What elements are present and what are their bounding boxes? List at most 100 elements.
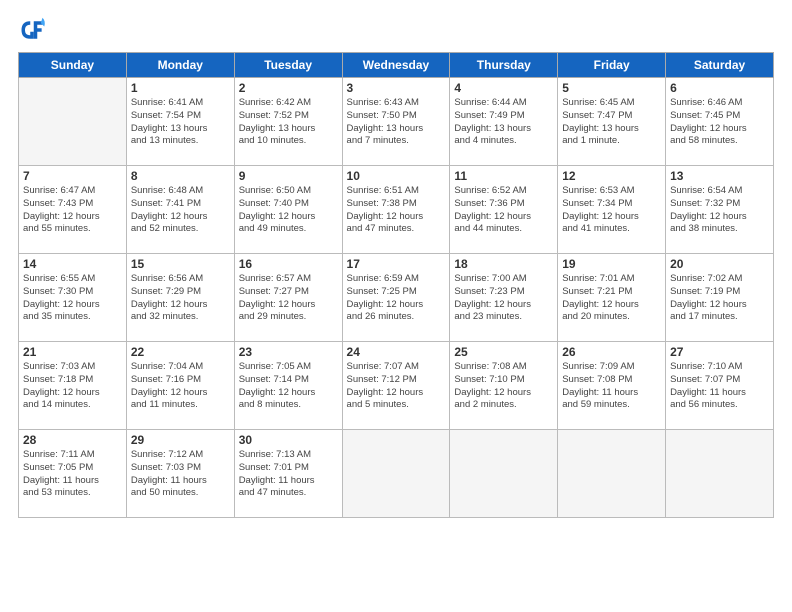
day-header-monday: Monday — [126, 53, 234, 78]
day-info: Sunrise: 6:55 AM Sunset: 7:30 PM Dayligh… — [23, 273, 122, 324]
day-header-thursday: Thursday — [450, 53, 558, 78]
calendar-cell — [558, 430, 666, 518]
week-row-1: 7Sunrise: 6:47 AM Sunset: 7:43 PM Daylig… — [19, 166, 774, 254]
day-info: Sunrise: 6:56 AM Sunset: 7:29 PM Dayligh… — [131, 273, 230, 324]
day-info: Sunrise: 7:01 AM Sunset: 7:21 PM Dayligh… — [562, 273, 661, 324]
day-info: Sunrise: 6:46 AM Sunset: 7:45 PM Dayligh… — [670, 97, 769, 148]
header — [18, 16, 774, 44]
calendar-cell: 1Sunrise: 6:41 AM Sunset: 7:54 PM Daylig… — [126, 78, 234, 166]
calendar-cell: 12 Sunrise: 6:53 AM Sunset: 7:34 PM Dayli… — [558, 166, 666, 254]
day-info: Sunrise: 7:07 AM Sunset: 7:12 PM Dayligh… — [347, 361, 446, 412]
calendar-cell — [666, 430, 774, 518]
day-info: Sunrise: 7:11 AM Sunset: 7:05 PM Dayligh… — [23, 449, 122, 500]
calendar-cell: 22 Sunrise: 7:04 AM Sunset: 7:16 PM Dayli… — [126, 342, 234, 430]
page: SundayMondayTuesdayWednesdayThursdayFrid… — [0, 0, 792, 612]
day-header-friday: Friday — [558, 53, 666, 78]
logo-icon — [18, 16, 46, 44]
day-header-wednesday: Wednesday — [342, 53, 450, 78]
day-number: 4 — [454, 81, 553, 95]
day-info: Sunrise: 6:54 AM Sunset: 7:32 PM Dayligh… — [670, 185, 769, 236]
day-number: 29 — [131, 433, 230, 447]
day-header-saturday: Saturday — [666, 53, 774, 78]
day-number: 14 — [23, 257, 122, 271]
day-info: Sunrise: 6:51 AM Sunset: 7:38 PM Dayligh… — [347, 185, 446, 236]
day-info: Sunrise: 7:05 AM Sunset: 7:14 PM Dayligh… — [239, 361, 338, 412]
calendar-cell: 14 Sunrise: 6:55 AM Sunset: 7:30 PM Dayli… — [19, 254, 127, 342]
day-number: 11 — [454, 169, 553, 183]
calendar-cell: 23 Sunrise: 7:05 AM Sunset: 7:14 PM Dayli… — [234, 342, 342, 430]
calendar-cell: 28 Sunrise: 7:11 AM Sunset: 7:05 PM Dayli… — [19, 430, 127, 518]
day-number: 2 — [239, 81, 338, 95]
week-row-4: 28 Sunrise: 7:11 AM Sunset: 7:05 PM Dayli… — [19, 430, 774, 518]
day-number: 12 — [562, 169, 661, 183]
logo — [18, 16, 50, 44]
day-number: 19 — [562, 257, 661, 271]
day-info: Sunrise: 6:43 AM Sunset: 7:50 PM Dayligh… — [347, 97, 446, 148]
day-info: Sunrise: 6:50 AM Sunset: 7:40 PM Dayligh… — [239, 185, 338, 236]
calendar-cell — [19, 78, 127, 166]
calendar-cell: 16 Sunrise: 6:57 AM Sunset: 7:27 PM Dayli… — [234, 254, 342, 342]
calendar-cell: 19 Sunrise: 7:01 AM Sunset: 7:21 PM Dayli… — [558, 254, 666, 342]
day-number: 15 — [131, 257, 230, 271]
day-info: Sunrise: 7:00 AM Sunset: 7:23 PM Dayligh… — [454, 273, 553, 324]
calendar-cell: 3 Sunrise: 6:43 AM Sunset: 7:50 PM Daylig… — [342, 78, 450, 166]
calendar-cell: 27 Sunrise: 7:10 AM Sunset: 7:07 PM Dayli… — [666, 342, 774, 430]
day-info: Sunrise: 7:12 AM Sunset: 7:03 PM Dayligh… — [131, 449, 230, 500]
week-row-3: 21Sunrise: 7:03 AM Sunset: 7:18 PM Dayli… — [19, 342, 774, 430]
day-info: Sunrise: 6:57 AM Sunset: 7:27 PM Dayligh… — [239, 273, 338, 324]
calendar-cell: 10Sunrise: 6:51 AM Sunset: 7:38 PM Dayli… — [342, 166, 450, 254]
calendar-cell: 20Sunrise: 7:02 AM Sunset: 7:19 PM Dayli… — [666, 254, 774, 342]
day-number: 6 — [670, 81, 769, 95]
calendar-cell: 4 Sunrise: 6:44 AM Sunset: 7:49 PM Daylig… — [450, 78, 558, 166]
calendar-cell: 18Sunrise: 7:00 AM Sunset: 7:23 PM Dayli… — [450, 254, 558, 342]
day-info: Sunrise: 7:02 AM Sunset: 7:19 PM Dayligh… — [670, 273, 769, 324]
day-number: 23 — [239, 345, 338, 359]
week-row-2: 14 Sunrise: 6:55 AM Sunset: 7:30 PM Dayli… — [19, 254, 774, 342]
calendar-cell: 30Sunrise: 7:13 AM Sunset: 7:01 PM Dayli… — [234, 430, 342, 518]
day-info: Sunrise: 7:13 AM Sunset: 7:01 PM Dayligh… — [239, 449, 338, 500]
day-number: 13 — [670, 169, 769, 183]
day-info: Sunrise: 6:45 AM Sunset: 7:47 PM Dayligh… — [562, 97, 661, 148]
day-info: Sunrise: 7:03 AM Sunset: 7:18 PM Dayligh… — [23, 361, 122, 412]
day-info: Sunrise: 7:10 AM Sunset: 7:07 PM Dayligh… — [670, 361, 769, 412]
day-number: 3 — [347, 81, 446, 95]
header-row: SundayMondayTuesdayWednesdayThursdayFrid… — [19, 53, 774, 78]
day-header-sunday: Sunday — [19, 53, 127, 78]
day-info: Sunrise: 6:59 AM Sunset: 7:25 PM Dayligh… — [347, 273, 446, 324]
calendar-cell: 25Sunrise: 7:08 AM Sunset: 7:10 PM Dayli… — [450, 342, 558, 430]
calendar-cell: 24 Sunrise: 7:07 AM Sunset: 7:12 PM Dayli… — [342, 342, 450, 430]
day-number: 28 — [23, 433, 122, 447]
day-number: 27 — [670, 345, 769, 359]
day-number: 26 — [562, 345, 661, 359]
day-number: 7 — [23, 169, 122, 183]
calendar-cell: 2 Sunrise: 6:42 AM Sunset: 7:52 PM Daylig… — [234, 78, 342, 166]
day-number: 24 — [347, 345, 446, 359]
calendar-cell: 29 Sunrise: 7:12 AM Sunset: 7:03 PM Dayli… — [126, 430, 234, 518]
calendar-cell — [450, 430, 558, 518]
calendar-cell: 15 Sunrise: 6:56 AM Sunset: 7:29 PM Dayli… — [126, 254, 234, 342]
calendar-cell: 8 Sunrise: 6:48 AM Sunset: 7:41 PM Daylig… — [126, 166, 234, 254]
day-number: 17 — [347, 257, 446, 271]
day-number: 8 — [131, 169, 230, 183]
calendar: SundayMondayTuesdayWednesdayThursdayFrid… — [18, 52, 774, 518]
day-info: Sunrise: 6:44 AM Sunset: 7:49 PM Dayligh… — [454, 97, 553, 148]
day-info: Sunrise: 7:04 AM Sunset: 7:16 PM Dayligh… — [131, 361, 230, 412]
day-info: Sunrise: 6:52 AM Sunset: 7:36 PM Dayligh… — [454, 185, 553, 236]
calendar-cell: 17 Sunrise: 6:59 AM Sunset: 7:25 PM Dayli… — [342, 254, 450, 342]
day-number: 25 — [454, 345, 553, 359]
calendar-cell: 7Sunrise: 6:47 AM Sunset: 7:43 PM Daylig… — [19, 166, 127, 254]
week-row-0: 1Sunrise: 6:41 AM Sunset: 7:54 PM Daylig… — [19, 78, 774, 166]
calendar-cell: 5 Sunrise: 6:45 AM Sunset: 7:47 PM Daylig… — [558, 78, 666, 166]
day-header-tuesday: Tuesday — [234, 53, 342, 78]
calendar-cell: 21Sunrise: 7:03 AM Sunset: 7:18 PM Dayli… — [19, 342, 127, 430]
calendar-cell: 6 Sunrise: 6:46 AM Sunset: 7:45 PM Daylig… — [666, 78, 774, 166]
day-number: 5 — [562, 81, 661, 95]
day-number: 22 — [131, 345, 230, 359]
day-info: Sunrise: 6:48 AM Sunset: 7:41 PM Dayligh… — [131, 185, 230, 236]
day-info: Sunrise: 6:42 AM Sunset: 7:52 PM Dayligh… — [239, 97, 338, 148]
day-info: Sunrise: 7:09 AM Sunset: 7:08 PM Dayligh… — [562, 361, 661, 412]
calendar-cell: 9Sunrise: 6:50 AM Sunset: 7:40 PM Daylig… — [234, 166, 342, 254]
day-info: Sunrise: 6:53 AM Sunset: 7:34 PM Dayligh… — [562, 185, 661, 236]
calendar-cell: 26 Sunrise: 7:09 AM Sunset: 7:08 PM Dayli… — [558, 342, 666, 430]
day-number: 16 — [239, 257, 338, 271]
